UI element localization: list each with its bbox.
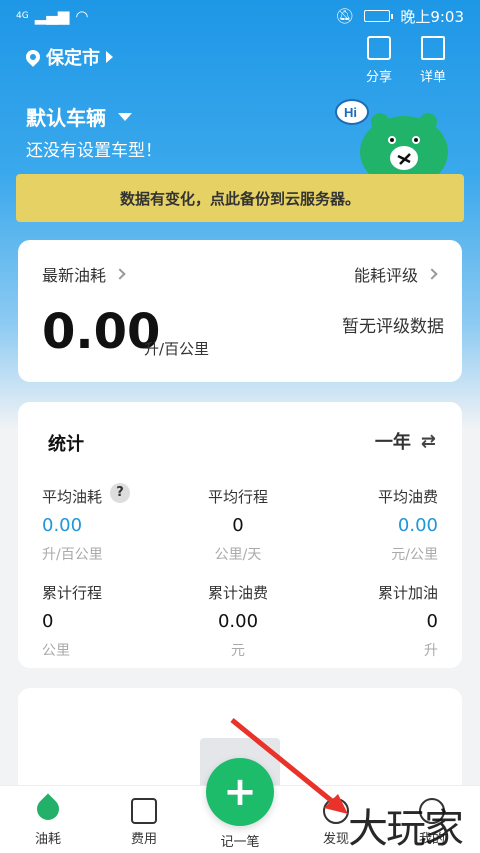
vehicle-subtitle[interactable]: 还没有设置车型！: [26, 136, 162, 161]
caret-down-icon: [118, 112, 132, 121]
stat-avg-consumption: 平均油耗 ? 0.00 升/百公里: [42, 482, 182, 564]
stat-label: 平均油耗: [42, 488, 103, 506]
wifi-icon: ◠: [75, 7, 89, 25]
stat-value: 0: [232, 515, 244, 536]
vehicle-title: 默认车辆: [26, 106, 106, 130]
drop-icon: [32, 793, 64, 825]
consumption-value: 0.00: [42, 304, 161, 360]
rating-status: 暂无评级数据: [342, 317, 444, 337]
stat-unit: 升/百公里: [42, 547, 103, 563]
stat-unit: 公里/天: [214, 547, 262, 563]
stats-card: 统计 一年 ⇄ 平均油耗 ? 0.00 升/百公里 平均行程 0 公里/天 平均…: [18, 402, 462, 668]
stat-unit: 元/公里: [391, 547, 438, 563]
help-icon[interactable]: ?: [110, 482, 131, 503]
chevron-right-icon: [114, 268, 126, 280]
detail-button[interactable]: 详单: [420, 36, 446, 85]
share-icon: [367, 36, 391, 60]
stat-value: 0.00: [217, 611, 259, 632]
latest-consumption-link[interactable]: 最新油耗: [42, 262, 126, 286]
city-name: 保定市: [46, 48, 100, 69]
mascot-bear-icon: Hi: [335, 99, 448, 186]
annotation-arrow-icon: [230, 718, 348, 814]
status-time: 晚上9:03: [400, 7, 464, 26]
stat-total-refuel: 累计加油 0 升: [298, 582, 438, 660]
stat-total-fuel-cost: 累计油费 0.00 元: [168, 582, 308, 660]
city-selector[interactable]: 保定市: [23, 44, 113, 70]
list-icon: [421, 36, 445, 60]
energy-rating-link[interactable]: 能耗评级: [353, 262, 438, 286]
nav-label: 费用: [130, 832, 157, 847]
stats-title: 统计: [48, 434, 84, 455]
location-pin-icon: [23, 47, 43, 67]
chevron-right-icon: [426, 268, 438, 280]
detail-label: 详单: [420, 70, 447, 85]
wallet-icon: [131, 798, 157, 824]
stat-unit: 元: [231, 643, 245, 659]
top-bar: 保定市 分享 详单: [0, 36, 480, 86]
mute-bell-icon: 🔕︎: [335, 7, 355, 25]
consumption-card: 最新油耗 能耗评级 0.00 升/百公里 暂无评级数据: [18, 240, 462, 382]
backup-banner[interactable]: 数据有变化，点此备份到云服务器。: [16, 174, 464, 222]
signal-label: 4G: [16, 11, 29, 21]
stat-label: 平均油费: [377, 488, 438, 506]
nav-label: 油耗: [34, 832, 61, 847]
nav-item-fuel[interactable]: 油耗: [8, 786, 88, 847]
stat-avg-fuel-cost: 平均油费 0.00 元/公里: [298, 486, 438, 564]
stat-label: 平均行程: [207, 488, 268, 506]
battery-icon: [364, 10, 394, 22]
status-bar: 4G ▂▄▆ ◠ 🔕︎ 晚上9:03: [0, 0, 480, 32]
consumption-unit: 升/百公里: [144, 340, 210, 358]
latest-consumption-label: 最新油耗: [42, 266, 107, 285]
share-button[interactable]: 分享: [366, 36, 392, 85]
stat-label: 累计油费: [207, 584, 268, 602]
stat-value: 0: [42, 611, 54, 632]
stat-label: 累计行程: [42, 584, 103, 602]
period-label: 一年: [374, 432, 411, 453]
add-record-label: 记一笔: [220, 835, 260, 850]
watermark-text: 大玩家: [348, 806, 464, 852]
nav-label: 发现: [322, 832, 349, 847]
stat-avg-distance: 平均行程 0 公里/天: [168, 486, 308, 564]
mascot-speech: Hi: [344, 105, 357, 120]
share-label: 分享: [366, 70, 393, 85]
nav-item-expenses[interactable]: 费用: [104, 786, 184, 847]
stat-value: 0.00: [42, 515, 83, 536]
stat-unit: 公里: [42, 643, 70, 659]
stat-value: 0: [426, 611, 438, 632]
stat-unit: 升: [424, 643, 438, 659]
stat-total-distance: 累计行程 0 公里: [42, 582, 182, 660]
caret-right-icon: [106, 51, 113, 63]
signal-icon: ▂▄▆: [34, 7, 70, 25]
period-switcher[interactable]: 一年 ⇄: [375, 428, 436, 454]
stat-label: 累计加油: [377, 584, 438, 602]
backup-banner-text: 数据有变化，点此备份到云服务器。: [119, 189, 360, 208]
energy-rating-label: 能耗评级: [353, 266, 418, 285]
swap-icon: ⇄: [420, 430, 436, 452]
vehicle-selector[interactable]: 默认车辆: [26, 102, 132, 131]
stat-value: 0.00: [397, 515, 438, 536]
